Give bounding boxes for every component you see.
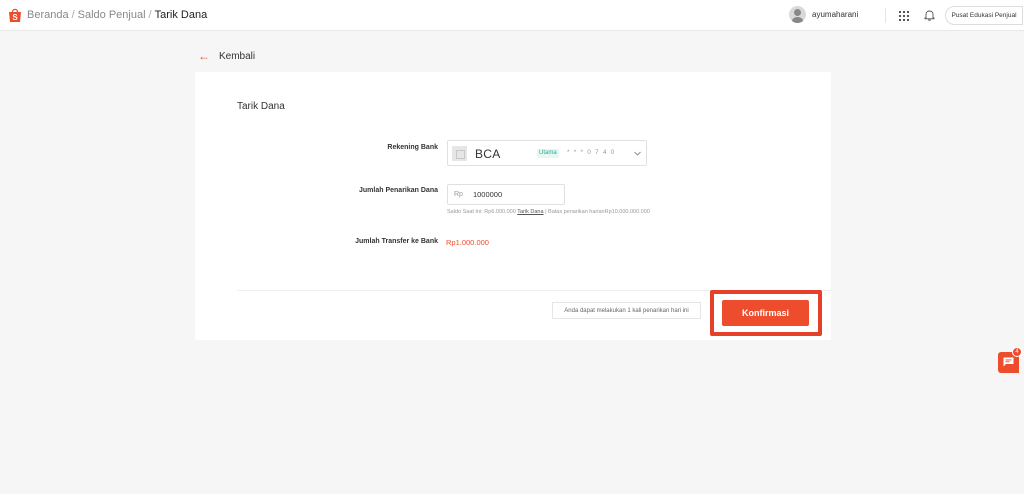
transfer-amount-label: Jumlah Transfer ke Bank	[355, 238, 438, 245]
withdraw-amount-value[interactable]: 1000000	[473, 190, 502, 199]
chat-icon[interactable]	[1003, 357, 1014, 367]
currency-prefix: Rp	[454, 191, 463, 198]
balance-helper-text: Saldo Saat Ini: Rp6.000.000 Tarik Dana |…	[447, 209, 650, 215]
back-link[interactable]: ← Kembali	[198, 50, 255, 62]
arrow-left-icon[interactable]: ←	[198, 50, 210, 62]
divider	[885, 8, 886, 23]
breadcrumb-separator: /	[148, 9, 152, 21]
withdraw-amount-input[interactable]: Rp 1000000	[447, 184, 565, 205]
back-label[interactable]: Kembali	[219, 51, 255, 62]
seller-education-button[interactable]: Pusat Edukasi Penjual	[945, 6, 1023, 25]
current-balance-text: Saldo Saat Ini: Rp6.000.000	[447, 209, 516, 215]
daily-limit-text: | Batas penarikan harianRp10.000.000.000	[545, 209, 650, 215]
bank-logo-icon	[452, 146, 467, 161]
breadcrumb-separator: /	[71, 9, 75, 21]
withdraw-link[interactable]: Tarik Dana	[517, 209, 543, 215]
bank-account-label: Rekening Bank	[387, 144, 438, 151]
transfer-amount-value: Rp1.000.000	[446, 238, 489, 247]
top-bar: S Beranda / Saldo Penjual / Tarik Dana ayuma…	[0, 0, 1024, 31]
bank-name: BCA	[475, 147, 501, 161]
bell-icon[interactable]	[924, 9, 935, 21]
bank-account-select[interactable]: BCA Utama * * * 0 7 4 0	[447, 140, 647, 166]
user-menu[interactable]: ayumaharani	[789, 6, 858, 23]
shopee-logo-icon[interactable]: S	[8, 7, 22, 23]
chevron-down-icon[interactable]	[634, 150, 641, 157]
apps-grid-icon[interactable]	[899, 11, 909, 21]
breadcrumb-current: Tarik Dana	[154, 9, 208, 21]
avatar[interactable]	[789, 6, 806, 23]
svg-text:S: S	[12, 13, 18, 22]
withdraw-limit-notice: Anda dapat melakukan 1 kali penarikan ha…	[552, 302, 701, 319]
breadcrumb-home[interactable]: Beranda	[27, 9, 69, 21]
username[interactable]: ayumaharani	[812, 10, 858, 19]
page-title: Tarik Dana	[237, 101, 285, 112]
confirm-button[interactable]: Konfirmasi	[722, 300, 809, 326]
bank-account-number: * * * 0 7 4 0	[567, 149, 616, 156]
primary-badge: Utama	[537, 149, 559, 158]
chat-notification-badge: 4	[1012, 347, 1022, 357]
breadcrumb-seller-balance[interactable]: Saldo Penjual	[78, 9, 146, 21]
withdraw-amount-label: Jumlah Penarikan Dana	[359, 187, 438, 194]
breadcrumb: Beranda / Saldo Penjual / Tarik Dana	[27, 9, 207, 21]
